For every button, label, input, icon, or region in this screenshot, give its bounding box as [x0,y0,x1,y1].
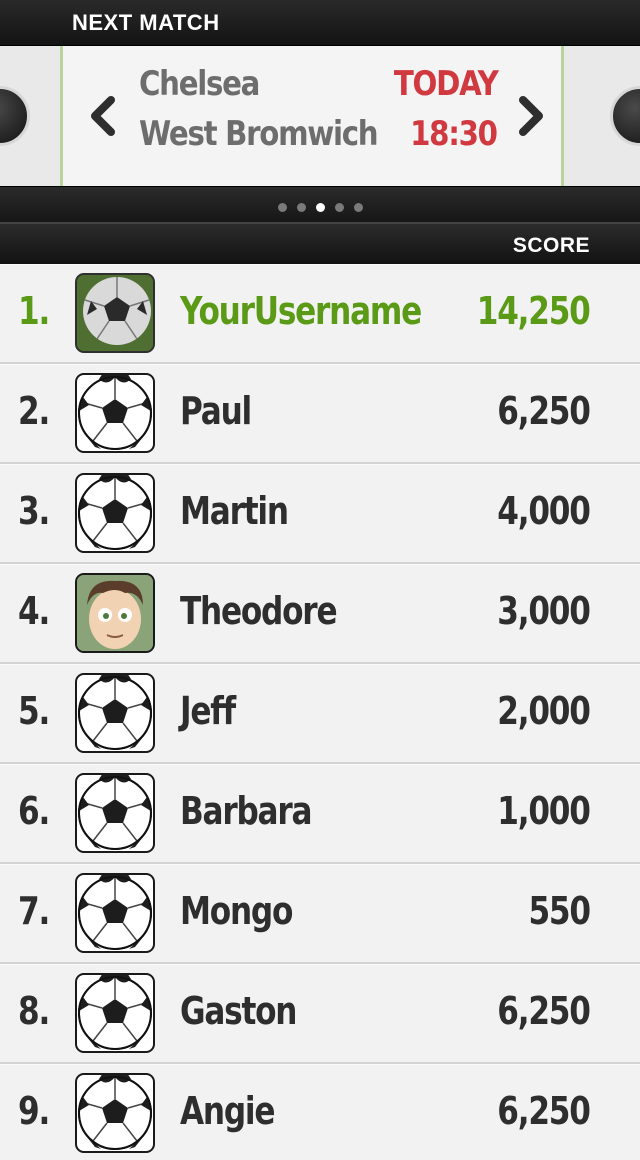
page-indicator[interactable] [0,199,640,217]
avatar-soccer-ball-icon [75,473,155,553]
player-score: 4,000 [497,489,592,533]
next-card-peek[interactable] [610,86,640,146]
avatar-soccer-ball-icon [75,273,155,353]
avatar-soccer-ball-icon [75,673,155,753]
player-rank: 5. [18,689,50,733]
page-dot[interactable] [353,203,363,212]
leaderboard-list: 1. YourUsername 14,250 2. Paul 6,250 3. Martin 4… [0,264,640,1160]
leaderboard-header: SCORE [0,222,640,264]
match-card[interactable]: Chelsea West Bromwich TODAY 18:30 [60,46,564,186]
player-score: 14,250 [477,289,591,333]
avatar-soccer-ball-icon [75,773,155,853]
player-rank: 1. [18,289,50,333]
player-name: Paul [180,389,252,433]
page-dot[interactable] [334,203,344,212]
avatar-face-icon [75,573,155,653]
player-name: YourUsername [180,289,422,333]
leaderboard-row[interactable]: 7. Mongo 550 [0,864,640,964]
player-score: 2,000 [497,689,592,733]
player-rank: 2. [18,389,50,433]
player-name: Angie [180,1089,276,1133]
chevron-right-icon[interactable] [511,94,551,138]
player-rank: 8. [18,989,50,1033]
away-team: West Bromwich [139,114,379,154]
leaderboard-row[interactable]: 8. Gaston 6,250 [0,964,640,1064]
leaderboard-row[interactable]: 9. Angie 6,250 [0,1064,640,1160]
player-rank: 6. [18,789,50,833]
player-name: Gaston [180,989,297,1033]
player-score: 550 [528,889,592,933]
player-name: Barbara [180,789,312,833]
avatar-soccer-ball-icon [75,973,155,1053]
leaderboard-row[interactable]: 3. Martin 4,000 [0,464,640,564]
player-rank: 9. [18,1089,50,1133]
home-team: Chelsea [139,64,260,104]
player-name: Martin [180,489,289,533]
match-day: TODAY [393,64,498,104]
avatar-soccer-ball-icon [75,1073,155,1153]
chevron-left-icon[interactable] [83,94,123,138]
page-dot[interactable] [277,203,287,212]
leaderboard-row[interactable]: 6. Barbara 1,000 [0,764,640,864]
player-score: 1,000 [497,789,592,833]
score-column-label: SCORE [512,234,590,257]
previous-card-peek[interactable] [0,86,30,146]
player-score: 6,250 [497,389,592,433]
player-rank: 7. [18,889,50,933]
player-score: 6,250 [497,989,592,1033]
leaderboard-row[interactable]: 5. Jeff 2,000 [0,664,640,764]
avatar-soccer-ball-icon [75,373,155,453]
player-rank: 3. [18,489,50,533]
player-name: Jeff [180,689,236,733]
match-time: 18:30 [410,114,498,154]
player-name: Mongo [180,889,293,933]
leaderboard-row-current-user[interactable]: 1. YourUsername 14,250 [0,264,640,364]
next-match-header: NEXT MATCH [0,0,640,46]
player-score: 3,000 [497,589,592,633]
page-dot[interactable] [296,203,306,212]
leaderboard-row[interactable]: 4. Theodore 3,000 [0,564,640,664]
match-carousel[interactable]: Chelsea West Bromwich TODAY 18:30 [0,46,640,186]
player-score: 6,250 [497,1089,592,1133]
player-name: Theodore [180,589,338,633]
leaderboard-row[interactable]: 2. Paul 6,250 [0,364,640,464]
page-dot[interactable] [315,203,325,212]
next-match-title: NEXT MATCH [72,10,220,35]
player-rank: 4. [18,589,50,633]
avatar-soccer-ball-icon [75,873,155,953]
carousel-pager [0,186,640,222]
